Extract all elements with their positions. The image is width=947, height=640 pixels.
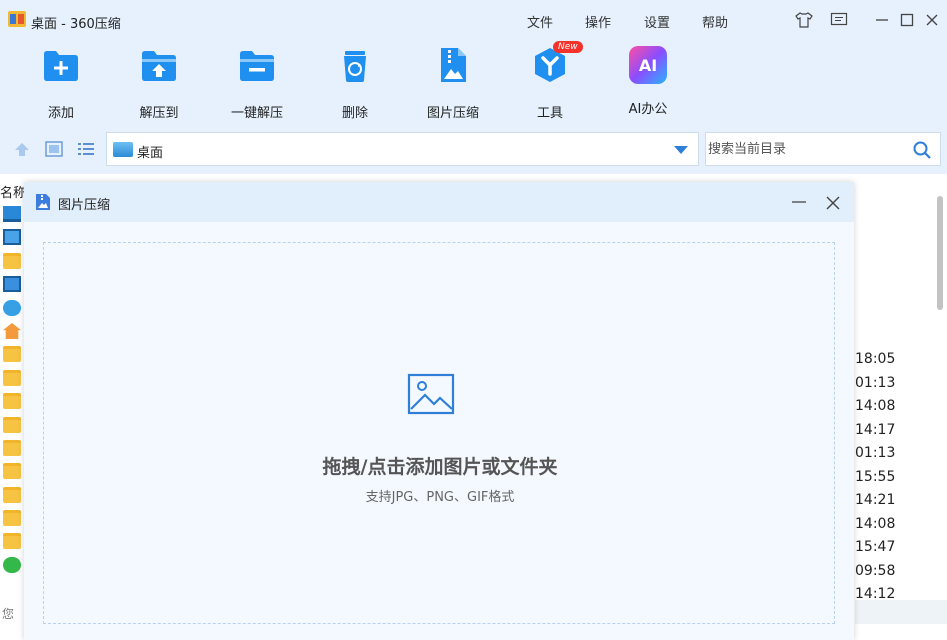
ai-office-label: AI办公 xyxy=(628,102,668,117)
image-compress-icon xyxy=(441,48,466,82)
image-compress-icon xyxy=(36,194,50,210)
add-icon xyxy=(44,51,78,81)
delete-label: 删除 xyxy=(341,106,368,121)
delete-button[interactable]: 删除 xyxy=(315,46,395,121)
ai-office-button[interactable]: AI AI办公 xyxy=(608,46,688,117)
time-cell: 15:55 xyxy=(855,468,896,485)
menu-help[interactable]: 帮助 xyxy=(702,12,728,31)
network-icon xyxy=(3,299,21,316)
one-click-extract-label: 一键解压 xyxy=(230,106,283,121)
menu-file[interactable]: 文件 xyxy=(527,12,553,31)
minimize-icon[interactable] xyxy=(790,194,808,210)
time-cell: 01:13 xyxy=(855,374,896,391)
folder-icon xyxy=(3,439,21,456)
folder-icon xyxy=(3,533,21,550)
maximize-icon[interactable] xyxy=(897,10,917,30)
folder-icon xyxy=(3,369,21,386)
drop-zone-subtitle: 支持JPG、PNG、GIF格式 xyxy=(365,490,515,505)
extract-to-button[interactable]: 解压到 xyxy=(119,46,199,121)
folder-icon xyxy=(3,393,21,410)
ai-office-icon-text: AI xyxy=(638,55,658,75)
folder-icon xyxy=(3,416,21,433)
folder-icon xyxy=(3,252,21,269)
modified-time-column: 18:05 01:13 14:08 14:17 01:13 15:55 14:2… xyxy=(855,348,895,607)
new-badge: New xyxy=(553,41,583,53)
column-name-header[interactable]: 名称 xyxy=(0,182,26,201)
add-button[interactable]: 添加 xyxy=(21,46,101,121)
path-field[interactable]: 桌面 xyxy=(106,132,699,166)
app-logo-icon xyxy=(8,11,26,27)
vertical-scrollbar[interactable] xyxy=(937,196,943,310)
thumbnail-view-icon[interactable] xyxy=(44,140,64,158)
extract-to-icon xyxy=(142,51,176,81)
time-cell: 14:08 xyxy=(855,515,896,532)
path-text: 桌面 xyxy=(137,146,164,161)
close-icon[interactable] xyxy=(922,10,942,30)
close-icon[interactable] xyxy=(824,194,842,212)
search-input[interactable] xyxy=(706,133,906,165)
time-cell: 14:17 xyxy=(855,421,896,438)
list-view-icon[interactable] xyxy=(76,140,96,158)
image-compress-label: 图片压缩 xyxy=(426,106,479,121)
dialog-title: 图片压缩 xyxy=(58,198,111,213)
time-cell: 01:13 xyxy=(855,445,896,461)
time-cell: 09:58 xyxy=(855,562,896,579)
delete-icon xyxy=(344,51,366,82)
skin-shirt-icon[interactable] xyxy=(794,10,814,30)
tools-button[interactable]: 工具 xyxy=(510,46,590,121)
home-icon xyxy=(3,322,21,339)
image-placeholder-icon xyxy=(407,373,455,415)
extract-to-label: 解压到 xyxy=(139,106,179,121)
drop-zone-title: 拖拽/点击添加图片或文件夹 xyxy=(322,456,558,478)
main-toolbar: 添加 解压到 一键解压 删除 图片压缩 工具 AI AI办公 xyxy=(0,40,947,126)
search-icon[interactable] xyxy=(912,140,932,160)
desktop-folder-icon xyxy=(113,142,133,157)
one-click-extract-button[interactable]: 一键解压 xyxy=(217,46,297,121)
window-title: 桌面 - 360压缩 xyxy=(31,17,121,32)
time-cell: 18:05 xyxy=(855,351,896,367)
status-text: 您 xyxy=(2,607,15,621)
browser-icon xyxy=(3,556,21,573)
minimize-icon[interactable] xyxy=(872,10,892,30)
time-cell: 15:47 xyxy=(855,539,896,555)
menu-operate[interactable]: 操作 xyxy=(585,12,611,31)
one-click-extract-icon xyxy=(240,51,274,81)
folder-icon xyxy=(3,510,21,527)
ai-office-icon: AI xyxy=(629,46,667,84)
folder-icon xyxy=(3,346,21,363)
control-panel-icon xyxy=(3,229,21,246)
title-bar: 桌面 - 360压缩 文件 操作 设置 帮助 xyxy=(0,0,947,40)
image-compress-button[interactable]: 图片压缩 xyxy=(413,46,493,121)
dialog-title-bar: 图片压缩 xyxy=(24,182,854,222)
computer-icon xyxy=(3,206,21,222)
time-cell: 14:08 xyxy=(855,398,896,414)
status-strip xyxy=(855,600,947,624)
chevron-down-icon[interactable] xyxy=(674,146,688,154)
feedback-icon[interactable] xyxy=(829,10,849,30)
tools-label: 工具 xyxy=(536,106,563,121)
search-box xyxy=(705,132,941,166)
add-label: 添加 xyxy=(47,106,74,121)
drop-zone[interactable]: 拖拽/点击添加图片或文件夹 支持JPG、PNG、GIF格式 xyxy=(43,242,835,624)
pictures-icon xyxy=(3,276,21,293)
address-bar: 桌面 xyxy=(0,126,947,174)
time-cell: 14:21 xyxy=(855,492,896,508)
folder-icon xyxy=(3,463,21,480)
file-icon-column xyxy=(3,206,23,580)
up-arrow-icon[interactable] xyxy=(12,140,32,158)
menu-settings[interactable]: 设置 xyxy=(644,12,670,31)
image-compress-dialog: 图片压缩 拖拽/点击添加图片或文件夹 支持JPG、PNG、GIF格式 xyxy=(24,182,854,640)
folder-icon xyxy=(3,486,21,503)
